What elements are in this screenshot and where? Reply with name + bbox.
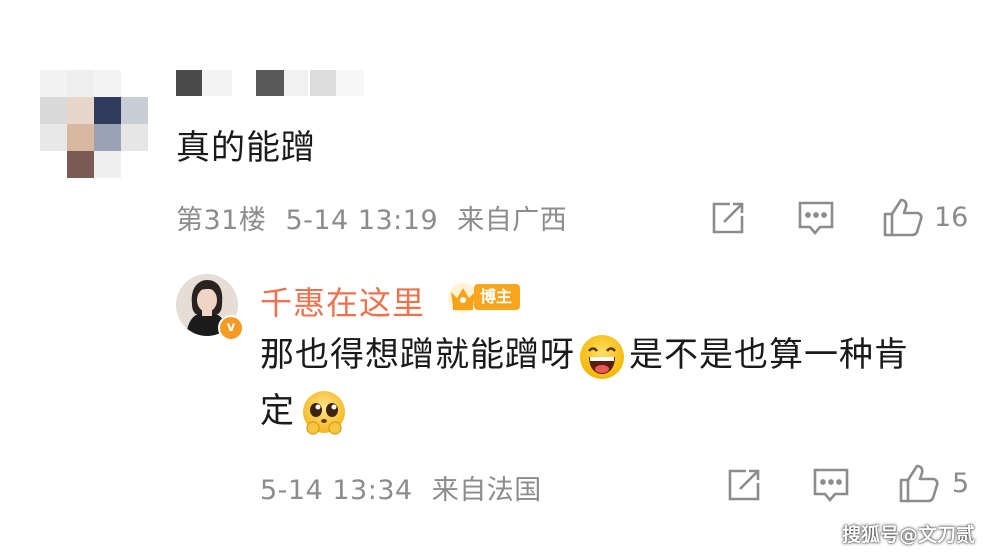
share-icon[interactable]: [726, 467, 762, 503]
like-count: 16: [934, 201, 969, 233]
like-button[interactable]: 5: [898, 462, 969, 504]
verified-badge: v: [218, 315, 244, 341]
comment-text: 真的能蹭: [176, 128, 316, 168]
reply-location: 来自法国: [431, 475, 542, 506]
thumbs-up-icon: [898, 462, 940, 504]
like-button[interactable]: 16: [882, 196, 968, 238]
reply-text-part2: 是不是也算一种肯: [629, 335, 909, 375]
comment-location: 来自广西: [457, 205, 568, 236]
laughing-emoji-icon: [579, 334, 625, 380]
reply-time: 5-14 13:34: [260, 475, 413, 506]
watermark: 搜狐号@文刀贰: [842, 524, 976, 546]
reply-text-part3: 定: [260, 391, 295, 431]
comment-meta: 第31楼 5-14 13:19 来自广西: [176, 198, 567, 237]
comment-icon[interactable]: [812, 467, 850, 503]
reply-text-part1: 那也得想蹭就能蹭呀: [260, 335, 575, 375]
like-count: 5: [952, 467, 970, 499]
avatar-pixelated[interactable]: [40, 70, 152, 178]
thumbs-up-icon: [882, 196, 924, 238]
reply-author-name[interactable]: 千惠在这里: [260, 278, 425, 324]
comment-time: 5-14 13:19: [285, 205, 439, 236]
blogger-badge-label: 博主: [474, 284, 521, 310]
reply-meta: 5-14 13:34 来自法国: [260, 468, 542, 507]
share-icon[interactable]: [710, 200, 746, 236]
blogger-badge: 博主: [446, 280, 521, 314]
comment-icon[interactable]: [797, 200, 835, 236]
floor-number: 第31楼: [176, 205, 267, 236]
reply-text: 那也得想蹭就能蹭呀 是不是也算一种肯 定: [260, 327, 980, 439]
pleading-emoji-icon: [299, 388, 349, 438]
